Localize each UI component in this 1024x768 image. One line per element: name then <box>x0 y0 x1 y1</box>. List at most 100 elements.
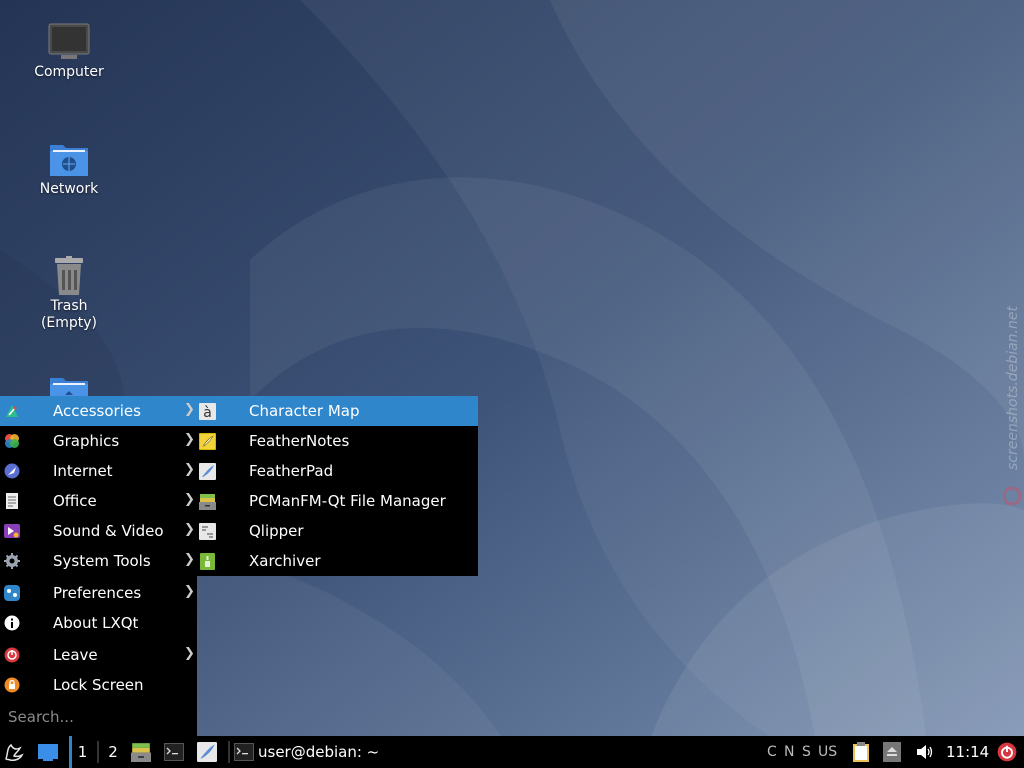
character-map-glyph: à <box>203 405 212 420</box>
terminal-icon <box>234 743 254 761</box>
menu-search-input[interactable] <box>0 702 197 732</box>
leave-icon <box>4 647 20 663</box>
office-icon <box>6 493 18 509</box>
quicklaunch-file-manager[interactable] <box>131 736 153 768</box>
application-menu: Accessories ❯ Graphics ❯ Internet ❯ Offi… <box>0 396 197 736</box>
separator <box>97 741 99 763</box>
desktop-icon-label: Trash (Empty) <box>40 298 98 331</box>
submenu-item-label: PCManFM-Qt File Manager <box>249 492 446 510</box>
chevron-right-icon: ❯ <box>184 522 195 537</box>
sound-video-icon <box>4 524 20 538</box>
submenu-item-pcmanfm-qt[interactable]: PCManFM-Qt File Manager <box>197 486 478 516</box>
submenu-item-featherpad[interactable]: FeatherPad <box>197 456 478 486</box>
window-title: user@debian: ~ <box>258 743 380 761</box>
submenu-item-label: FeatherPad <box>249 462 334 480</box>
internet-icon <box>4 463 20 479</box>
menu-item-label: Preferences <box>53 584 142 602</box>
submenu-item-character-map[interactable]: à Character Map <box>197 396 478 426</box>
power-button[interactable] <box>997 736 1019 768</box>
submenu-item-qlipper[interactable]: Qlipper <box>197 516 478 546</box>
graphics-icon <box>5 434 19 448</box>
terminal-icon <box>164 743 184 761</box>
submenu-item-label: Xarchiver <box>249 552 321 570</box>
network-folder-icon <box>50 145 88 176</box>
desktop-icon-computer[interactable]: Computer <box>19 22 119 81</box>
num-lock-indicator: N <box>784 744 795 760</box>
menu-item-lock-screen[interactable]: Lock Screen <box>0 670 197 700</box>
submenu-item-feathernotes[interactable]: FeatherNotes <box>197 426 478 456</box>
desktop-icon-network[interactable]: Network <box>19 139 119 198</box>
watermark-text: screenshots.debian.net <box>1005 306 1021 470</box>
clipboard-icon <box>853 742 869 762</box>
accessories-icon <box>6 405 18 417</box>
file-manager-icon <box>199 494 216 510</box>
menu-item-preferences[interactable]: Preferences ❯ <box>0 578 197 608</box>
show-desktop-button[interactable] <box>37 736 61 768</box>
menu-item-label: About LXQt <box>53 614 139 632</box>
menu-item-graphics[interactable]: Graphics ❯ <box>0 426 197 456</box>
menu-item-label: Office <box>53 492 97 510</box>
separator <box>228 741 230 763</box>
menu-item-label: Sound & Video <box>53 522 164 540</box>
menu-item-accessories[interactable]: Accessories ❯ <box>0 396 197 426</box>
system-tools-icon <box>4 553 20 569</box>
desktop-icon-label: Computer <box>34 64 104 80</box>
quicklaunch-featherpad[interactable] <box>197 736 219 768</box>
file-manager-icon <box>131 743 151 762</box>
taskbar: 1 2 user@debian: ~ C N S US 11:14 <box>0 736 1024 768</box>
chevron-right-icon: ❯ <box>184 646 195 661</box>
submenu-item-label: Qlipper <box>249 522 304 540</box>
menu-item-label: Accessories <box>53 402 141 420</box>
lock-icon <box>4 677 20 693</box>
lxqt-logo-icon <box>5 743 24 761</box>
keyboard-indicator-caps[interactable]: C <box>767 736 777 768</box>
keyboard-layout-label: US <box>818 744 838 760</box>
taskbar-window-terminal[interactable]: user@debian: ~ <box>234 736 394 768</box>
featherpad-icon <box>199 463 216 480</box>
desktop-icon-label: Network <box>39 181 99 197</box>
workspace-number: 2 <box>108 743 118 761</box>
chevron-right-icon: ❯ <box>184 492 195 507</box>
eject-icon <box>883 742 901 762</box>
menu-item-label: Lock Screen <box>53 676 144 694</box>
menu-item-label: Leave <box>53 646 98 664</box>
submenu-item-xarchiver[interactable]: Xarchiver <box>197 546 478 576</box>
main-menu-button[interactable] <box>3 736 27 768</box>
power-icon <box>997 742 1017 762</box>
menu-item-label: Internet <box>53 462 113 480</box>
info-icon <box>4 615 20 631</box>
tray-clipboard[interactable] <box>851 736 873 768</box>
clock[interactable]: 11:14 <box>946 736 989 768</box>
computer-icon <box>48 23 90 59</box>
workspace-2-button[interactable]: 2 <box>100 736 126 768</box>
desktop-icon-trash[interactable]: Trash (Empty) <box>19 256 119 332</box>
scroll-lock-indicator: S <box>802 744 811 760</box>
menu-item-system-tools[interactable]: System Tools ❯ <box>0 546 197 576</box>
qlipper-icon <box>199 523 216 540</box>
menu-item-office[interactable]: Office ❯ <box>0 486 197 516</box>
workspace-1-button[interactable]: 1 <box>69 736 93 768</box>
tray-volume[interactable] <box>916 736 936 768</box>
keyboard-layout-indicator[interactable]: US <box>818 736 837 768</box>
menu-item-label: System Tools <box>53 552 151 570</box>
menu-item-label: Graphics <box>53 432 120 450</box>
chevron-right-icon: ❯ <box>184 584 195 599</box>
home-folder-icon[interactable] <box>47 374 91 396</box>
quicklaunch-terminal[interactable] <box>164 736 186 768</box>
workspace-number: 1 <box>77 743 88 761</box>
menu-item-about-lxqt[interactable]: About LXQt <box>0 608 197 638</box>
keyboard-indicator-num[interactable]: N <box>784 736 794 768</box>
chevron-right-icon: ❯ <box>184 462 195 477</box>
character-map-icon: à <box>199 403 216 420</box>
menu-item-internet[interactable]: Internet ❯ <box>0 456 197 486</box>
chevron-right-icon: ❯ <box>184 402 195 417</box>
volume-icon <box>917 745 933 759</box>
menu-item-leave[interactable]: Leave ❯ <box>0 640 197 670</box>
menu-item-sound-video[interactable]: Sound & Video ❯ <box>0 516 197 546</box>
show-desktop-icon <box>38 744 58 761</box>
featherpad-icon <box>197 742 217 762</box>
feathernotes-icon <box>199 433 216 450</box>
keyboard-indicator-scroll[interactable]: S <box>802 736 811 768</box>
tray-removable-media[interactable] <box>883 736 903 768</box>
caps-lock-indicator: C <box>767 744 777 760</box>
